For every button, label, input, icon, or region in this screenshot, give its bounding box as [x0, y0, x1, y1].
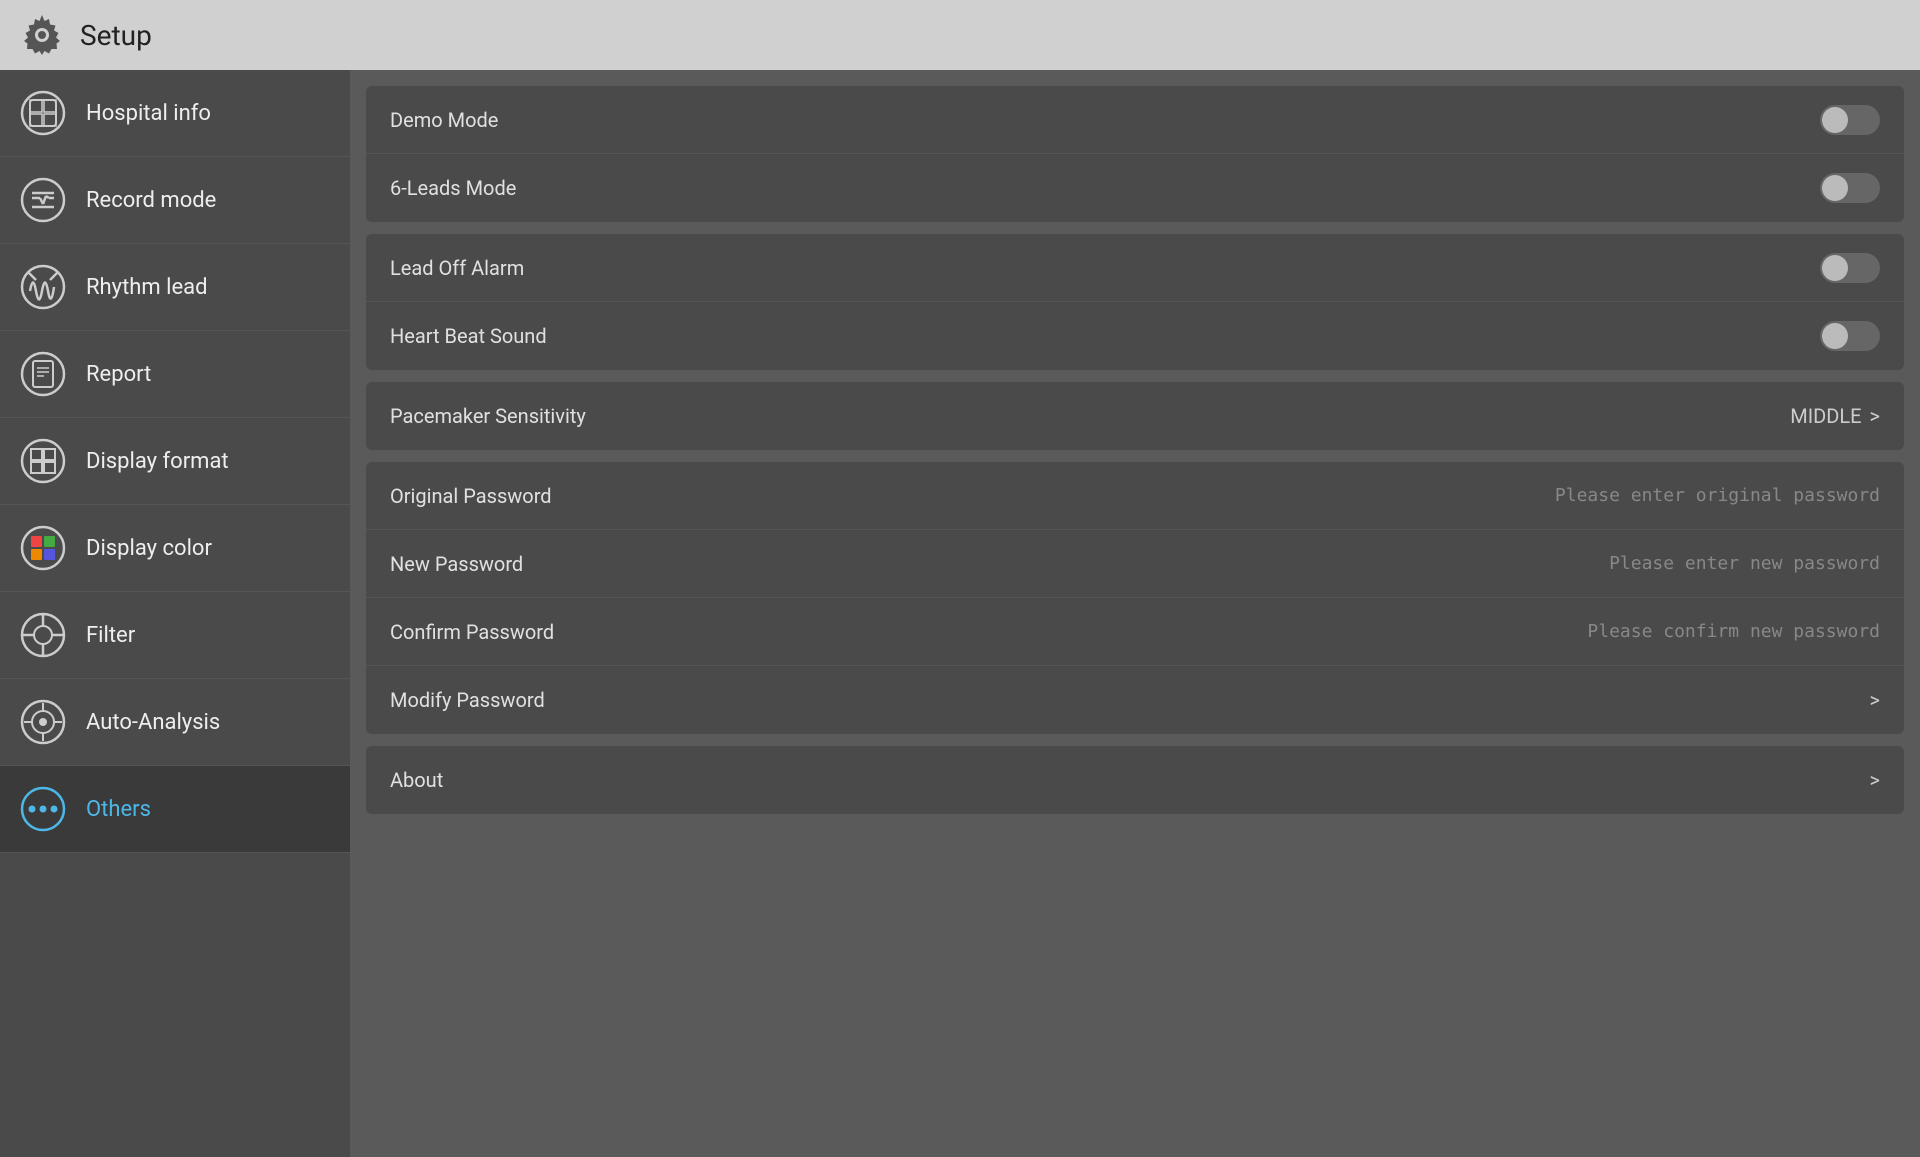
confirm-password-input[interactable] [1480, 621, 1880, 642]
original-password-label: Original Password [390, 484, 552, 508]
report-icon [20, 351, 66, 397]
auto-analysis-icon [20, 699, 66, 745]
display-color-icon [20, 525, 66, 571]
sidebar-item-others[interactable]: Others [0, 766, 350, 853]
6leads-mode-knob [1822, 175, 1848, 201]
modify-password-arrow: > [1870, 688, 1880, 712]
sidebar-item-display-format[interactable]: Display format [0, 418, 350, 505]
about-label: About [390, 768, 443, 792]
sidebar-label-auto-analysis: Auto-Analysis [86, 710, 220, 735]
content-area: Demo Mode 6-Leads Mode Lead Off Alarm [350, 70, 1920, 1157]
pacemaker-label: Pacemaker Sensitivity [390, 404, 586, 428]
sidebar-label-display-format: Display format [86, 449, 229, 474]
pacemaker-value: MIDDLE > [1790, 404, 1880, 428]
rhythm-icon [20, 264, 66, 310]
confirm-password-row: Confirm Password [366, 598, 1904, 666]
record-icon [20, 177, 66, 223]
heartbeat-sound-knob [1822, 323, 1848, 349]
sidebar-item-auto-analysis[interactable]: Auto-Analysis [0, 679, 350, 766]
demo-mode-toggle[interactable] [1820, 105, 1880, 135]
display-format-icon [20, 438, 66, 484]
lead-off-alarm-label: Lead Off Alarm [390, 256, 524, 280]
sidebar-item-report[interactable]: Report [0, 331, 350, 418]
lead-off-alarm-knob [1822, 255, 1848, 281]
heartbeat-sound-label: Heart Beat Sound [390, 324, 547, 348]
page-title: Setup [80, 19, 152, 52]
sidebar-item-display-color[interactable]: Display color [0, 505, 350, 592]
main-layout: Hospital info Record mode [0, 70, 1920, 1157]
sidebar-label-hospital-info: Hospital info [86, 101, 211, 126]
sidebar-item-filter[interactable]: Filter [0, 592, 350, 679]
others-icon [20, 786, 66, 832]
modify-password-label: Modify Password [390, 688, 545, 712]
confirm-password-label: Confirm Password [390, 620, 554, 644]
heartbeat-sound-row: Heart Beat Sound [366, 302, 1904, 370]
sidebar-item-hospital-info[interactable]: Hospital info [0, 70, 350, 157]
filter-icon [20, 612, 66, 658]
pacemaker-row[interactable]: Pacemaker Sensitivity MIDDLE > [366, 382, 1904, 450]
sidebar-label-display-color: Display color [86, 536, 212, 561]
password-card: Original Password New Password Confirm P… [366, 462, 1904, 734]
6leads-mode-row: 6-Leads Mode [366, 154, 1904, 222]
sidebar: Hospital info Record mode [0, 70, 350, 1157]
new-password-label: New Password [390, 552, 523, 576]
new-password-row: New Password [366, 530, 1904, 598]
toggles-card-2: Lead Off Alarm Heart Beat Sound [366, 234, 1904, 370]
app-header: Setup [0, 0, 1920, 70]
gear-icon [20, 13, 64, 57]
sidebar-label-others: Others [86, 797, 151, 822]
sidebar-item-record-mode[interactable]: Record mode [0, 157, 350, 244]
hospital-icon [20, 90, 66, 136]
sidebar-label-rhythm-lead: Rhythm lead [86, 275, 208, 300]
sidebar-item-rhythm-lead[interactable]: Rhythm lead [0, 244, 350, 331]
sidebar-label-report: Report [86, 362, 151, 387]
original-password-input[interactable] [1480, 485, 1880, 506]
demo-mode-row: Demo Mode [366, 86, 1904, 154]
6leads-mode-label: 6-Leads Mode [390, 176, 516, 200]
new-password-input[interactable] [1480, 553, 1880, 574]
heartbeat-sound-toggle[interactable] [1820, 321, 1880, 351]
toggles-card-1: Demo Mode 6-Leads Mode [366, 86, 1904, 222]
about-card[interactable]: About > [366, 746, 1904, 814]
6leads-mode-toggle[interactable] [1820, 173, 1880, 203]
about-arrow: > [1870, 768, 1880, 792]
sidebar-label-filter: Filter [86, 623, 135, 648]
pacemaker-card[interactable]: Pacemaker Sensitivity MIDDLE > [366, 382, 1904, 450]
original-password-row: Original Password [366, 462, 1904, 530]
demo-mode-knob [1822, 107, 1848, 133]
about-row[interactable]: About > [366, 746, 1904, 814]
demo-mode-label: Demo Mode [390, 108, 498, 132]
modify-password-row[interactable]: Modify Password > [366, 666, 1904, 734]
lead-off-alarm-toggle[interactable] [1820, 253, 1880, 283]
lead-off-alarm-row: Lead Off Alarm [366, 234, 1904, 302]
sidebar-label-record-mode: Record mode [86, 188, 216, 213]
